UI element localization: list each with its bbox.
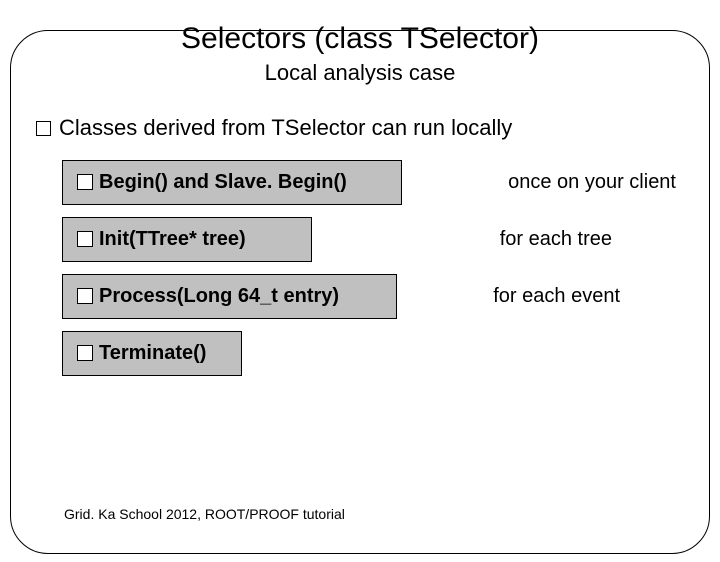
slide-body: Classes derived from TSelector can run l…: [36, 114, 684, 376]
method-row: Init(TTree* tree) for each tree: [62, 217, 684, 262]
method-list: Begin() and Slave. Begin() once on your …: [62, 160, 684, 376]
bullet-main-text: Classes derived from TSelector can run l…: [59, 115, 512, 140]
method-annotation: once on your client: [492, 171, 676, 194]
method-label: Begin() and Slave. Begin(): [99, 171, 347, 194]
slide-subtitle: Local analysis case: [0, 60, 720, 86]
method-label: Terminate(): [99, 342, 206, 365]
method-box-process: Process(Long 64_t entry): [62, 274, 397, 319]
square-bullet-icon: [36, 121, 51, 136]
square-bullet-icon: [77, 231, 93, 247]
bullet-main: Classes derived from TSelector can run l…: [36, 114, 684, 142]
slide-title: Selectors (class TSelector): [0, 22, 720, 56]
square-bullet-icon: [77, 288, 93, 304]
slide: Selectors (class TSelector) Local analys…: [0, 22, 720, 562]
method-row: Terminate(): [62, 331, 684, 376]
method-label: Process(Long 64_t entry): [99, 285, 339, 308]
square-bullet-icon: [77, 174, 93, 190]
method-box-terminate: Terminate(): [62, 331, 242, 376]
method-row: Process(Long 64_t entry) for each event: [62, 274, 684, 319]
square-bullet-icon: [77, 345, 93, 361]
method-label: Init(TTree* tree): [99, 228, 246, 251]
method-annotation: for each tree: [484, 228, 612, 251]
method-row: Begin() and Slave. Begin() once on your …: [62, 160, 684, 205]
slide-footer: Grid. Ka School 2012, ROOT/PROOF tutoria…: [64, 506, 345, 522]
method-annotation: for each event: [477, 285, 620, 308]
method-box-init: Init(TTree* tree): [62, 217, 312, 262]
method-box-begin: Begin() and Slave. Begin(): [62, 160, 402, 205]
